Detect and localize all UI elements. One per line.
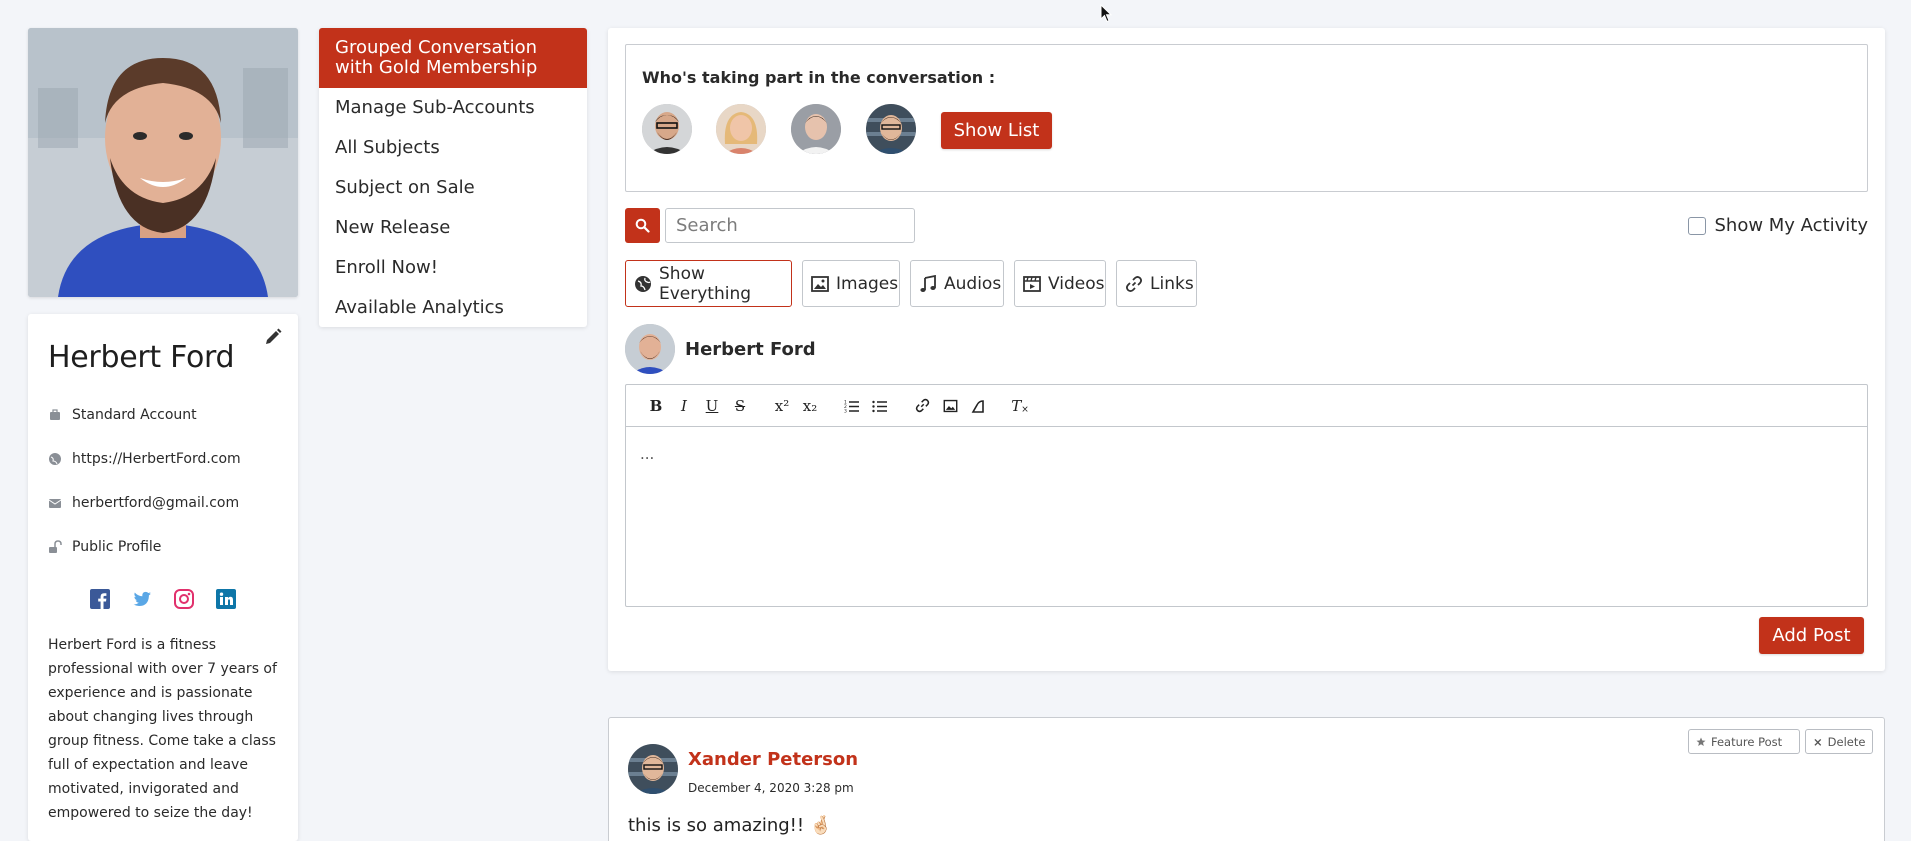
- link-icon[interactable]: [908, 392, 936, 420]
- search-button[interactable]: [625, 208, 660, 243]
- bullet-list-icon[interactable]: [866, 392, 894, 420]
- filter-videos[interactable]: Videos: [1014, 260, 1106, 307]
- email-row: herbertford@gmail.com: [48, 481, 278, 525]
- nav-item-grouped-conversation[interactable]: Grouped Conversation with Gold Membershi…: [319, 28, 587, 88]
- envelope-icon: [48, 496, 62, 510]
- profile-card: Herbert Ford Standard Account https://He…: [28, 314, 298, 841]
- search-icon: [635, 218, 650, 233]
- facebook-icon[interactable]: [90, 589, 110, 609]
- feature-post-button[interactable]: Feature Post: [1688, 729, 1800, 754]
- nav-item-new-release[interactable]: New Release: [319, 208, 587, 248]
- image-icon: [811, 275, 829, 293]
- profile-visibility: Public Profile: [72, 539, 162, 555]
- search-input[interactable]: [665, 208, 915, 243]
- pencil-icon[interactable]: [264, 328, 282, 346]
- superscript-icon[interactable]: x²: [768, 392, 796, 420]
- profile-name: Herbert Ford: [48, 340, 235, 375]
- clear-format-icon[interactable]: T ×: [1006, 392, 1034, 420]
- website-row: https://HerbertFord.com: [48, 437, 278, 481]
- post-author-name[interactable]: Xander Peterson: [688, 749, 858, 770]
- twitter-icon[interactable]: [132, 589, 152, 609]
- website-link[interactable]: https://HerbertFord.com: [72, 451, 241, 467]
- filter-show-everything[interactable]: Show Everything: [625, 260, 792, 307]
- participants-title: Who's taking part in the conversation :: [642, 68, 996, 87]
- show-my-activity-checkbox[interactable]: [1688, 216, 1707, 235]
- add-post-button[interactable]: Add Post: [1759, 617, 1864, 654]
- post-text: this is so amazing!! 🤞🏻: [628, 815, 833, 836]
- instagram-icon[interactable]: [174, 589, 194, 609]
- participant-avatar[interactable]: [791, 104, 841, 154]
- editor-toolbar: B I U S x² x₂ 123 T ×: [626, 385, 1867, 427]
- svg-text:3: 3: [844, 408, 847, 413]
- editor-body[interactable]: ...: [626, 427, 1867, 481]
- show-my-activity-label: Show My Activity: [1714, 215, 1868, 236]
- filter-audios[interactable]: Audios: [910, 260, 1004, 307]
- show-list-button[interactable]: Show List: [941, 112, 1052, 149]
- filter-links[interactable]: Links: [1116, 260, 1197, 307]
- visibility-row: Public Profile: [48, 525, 278, 569]
- profile-bio: Herbert Ford is a fitness professional w…: [48, 637, 277, 821]
- ordered-list-icon[interactable]: 123: [838, 392, 866, 420]
- globe-icon: [48, 452, 62, 466]
- mouse-cursor: [1100, 4, 1113, 23]
- delete-post-button[interactable]: × Delete: [1805, 729, 1873, 754]
- composer-avatar: [625, 324, 675, 374]
- participant-avatar[interactable]: [642, 104, 692, 154]
- linkedin-icon[interactable]: [216, 589, 236, 609]
- italic-icon[interactable]: I: [670, 392, 698, 420]
- profile-photo: [28, 28, 298, 297]
- nav-item-all-subjects[interactable]: All Subjects: [319, 128, 587, 168]
- image-icon[interactable]: [936, 392, 964, 420]
- email-link[interactable]: herbertford@gmail.com: [72, 495, 239, 511]
- briefcase-icon: [48, 408, 62, 422]
- participant-avatar[interactable]: [716, 104, 766, 154]
- star-icon: [1696, 737, 1706, 747]
- globe-icon: [634, 275, 652, 293]
- account-type-row: Standard Account: [48, 393, 278, 437]
- nav-item-subject-on-sale[interactable]: Subject on Sale: [319, 168, 587, 208]
- participant-avatar[interactable]: [866, 104, 916, 154]
- strikethrough-icon[interactable]: S: [726, 392, 754, 420]
- bold-icon[interactable]: B: [642, 392, 670, 420]
- subscript-icon[interactable]: x₂: [796, 392, 824, 420]
- account-type: Standard Account: [72, 407, 197, 423]
- post-editor: B I U S x² x₂ 123 T × ...: [625, 384, 1868, 607]
- post-author-avatar[interactable]: [628, 744, 678, 794]
- unlock-icon: [48, 540, 62, 554]
- show-my-activity-toggle[interactable]: Show My Activity: [1688, 215, 1868, 236]
- film-icon: [1023, 275, 1041, 293]
- filter-images[interactable]: Images: [802, 260, 900, 307]
- post-date: December 4, 2020 3:28 pm: [688, 781, 854, 795]
- sidebar-nav: Grouped Conversation with Gold Membershi…: [319, 28, 587, 327]
- nav-item-available-analytics[interactable]: Available Analytics: [319, 288, 587, 327]
- nav-item-enroll-now[interactable]: Enroll Now!: [319, 248, 587, 288]
- social-links: [48, 589, 278, 609]
- formula-icon[interactable]: [964, 392, 992, 420]
- composer-author-name: Herbert Ford: [685, 339, 816, 360]
- nav-item-manage-sub-accounts[interactable]: Manage Sub-Accounts: [319, 88, 587, 128]
- music-icon: [919, 274, 937, 293]
- underline-icon[interactable]: U: [698, 392, 726, 420]
- close-icon: ×: [1813, 734, 1823, 749]
- link-icon: [1125, 275, 1143, 293]
